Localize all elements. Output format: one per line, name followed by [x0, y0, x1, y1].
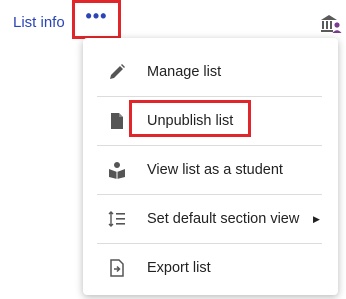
list-options-menu: Manage list Unpublish list View list as … [83, 38, 338, 295]
document-icon [107, 111, 127, 131]
sort-lines-icon [107, 209, 127, 229]
pencil-icon [107, 62, 127, 82]
highlight-box [129, 100, 251, 137]
list-info-link[interactable]: List info [13, 14, 65, 31]
institution-user-icon[interactable] [320, 14, 342, 34]
menu-item-manage-list[interactable]: Manage list [83, 48, 338, 96]
menu-item-label: Manage list [147, 64, 222, 80]
submenu-arrow-icon: ▶ [313, 213, 320, 224]
more-options-button[interactable]: ••• [72, 0, 121, 39]
menu-item-label: View list as a student [147, 162, 283, 178]
menu-item-default-section-view[interactable]: Set default section view ▶ [83, 195, 338, 243]
student-reading-icon [107, 160, 127, 180]
menu-item-view-as-student[interactable]: View list as a student [83, 146, 338, 194]
more-dots-icon: ••• [85, 5, 108, 26]
menu-item-label: Export list [147, 260, 211, 276]
export-file-icon [107, 258, 127, 278]
menu-item-label: Set default section view [147, 211, 300, 227]
menu-item-export-list[interactable]: Export list [83, 244, 338, 292]
